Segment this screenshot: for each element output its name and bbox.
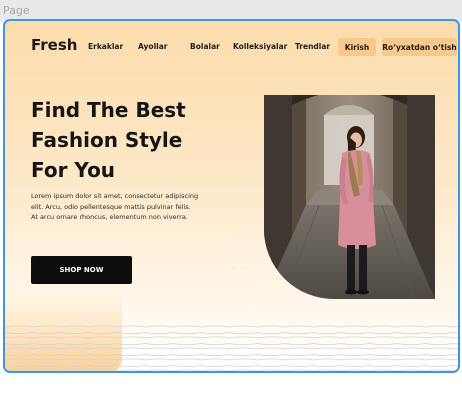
dot: [232, 276, 236, 280]
wave-line: [5, 332, 458, 334]
dot: [232, 246, 236, 250]
dot: [243, 256, 247, 260]
wave-line: [5, 336, 458, 339]
wave-line: [5, 347, 458, 350]
page-frame[interactable]: Fresh Erkaklar Ayollar Bolalar Kolleksiy…: [3, 19, 460, 373]
hero-title-line: Fashion Style: [31, 128, 183, 152]
logo[interactable]: Fresh: [31, 36, 77, 54]
nav-link-kolleksiyalar[interactable]: Kolleksiyalar: [233, 42, 287, 51]
dot: [265, 256, 269, 260]
wave-line: [5, 354, 458, 356]
hero-fashion-image: [264, 95, 435, 299]
login-button[interactable]: Kirish: [338, 38, 376, 56]
nav-link-ayollar[interactable]: Ayollar: [138, 42, 167, 51]
wave-line: [5, 369, 458, 371]
dot: [243, 266, 247, 270]
dot: [254, 246, 258, 250]
nav-link-bolalar[interactable]: Bolalar: [190, 42, 220, 51]
hero-description: Lorem ipsum dolor sit amet, consectetur …: [31, 192, 199, 221]
dot: [243, 286, 247, 290]
dot: [265, 296, 269, 300]
dot: [232, 296, 236, 300]
dot: [265, 286, 269, 290]
dot: [232, 286, 236, 290]
nav-link-erkaklar[interactable]: Erkaklar: [88, 42, 123, 51]
dot: [254, 276, 258, 280]
dot: [265, 276, 269, 280]
dot: [232, 266, 236, 270]
dot: [243, 246, 247, 250]
dot: [254, 256, 258, 260]
dot: [254, 236, 258, 240]
page-label: Page: [3, 4, 30, 17]
dot: [232, 256, 236, 260]
dot: [243, 236, 247, 240]
dot: [254, 286, 258, 290]
dot: [254, 266, 258, 270]
navbar: Fresh Erkaklar Ayollar Bolalar Kolleksiy…: [5, 21, 458, 71]
dot: [265, 266, 269, 270]
wave-line: [5, 365, 458, 367]
register-button[interactable]: Ro‘yxatdan o‘tish: [382, 38, 457, 56]
shop-now-button[interactable]: SHOP NOW: [31, 256, 132, 284]
dot: [232, 236, 236, 240]
hero-title: Find The Best Fashion Style For You: [31, 95, 231, 185]
wave-line: [5, 325, 458, 328]
woman-in-arcade-photo: [264, 95, 435, 299]
wave-line: [5, 343, 458, 345]
dot: [254, 296, 258, 300]
dot: [243, 296, 247, 300]
wave-lines-icon: [5, 325, 458, 371]
dot: [243, 276, 247, 280]
wave-line: [5, 358, 458, 361]
hero-title-line: For You: [31, 158, 116, 182]
hero-title-line: Find The Best: [31, 98, 186, 122]
nav-link-trendlar[interactable]: Trendlar: [295, 42, 330, 51]
